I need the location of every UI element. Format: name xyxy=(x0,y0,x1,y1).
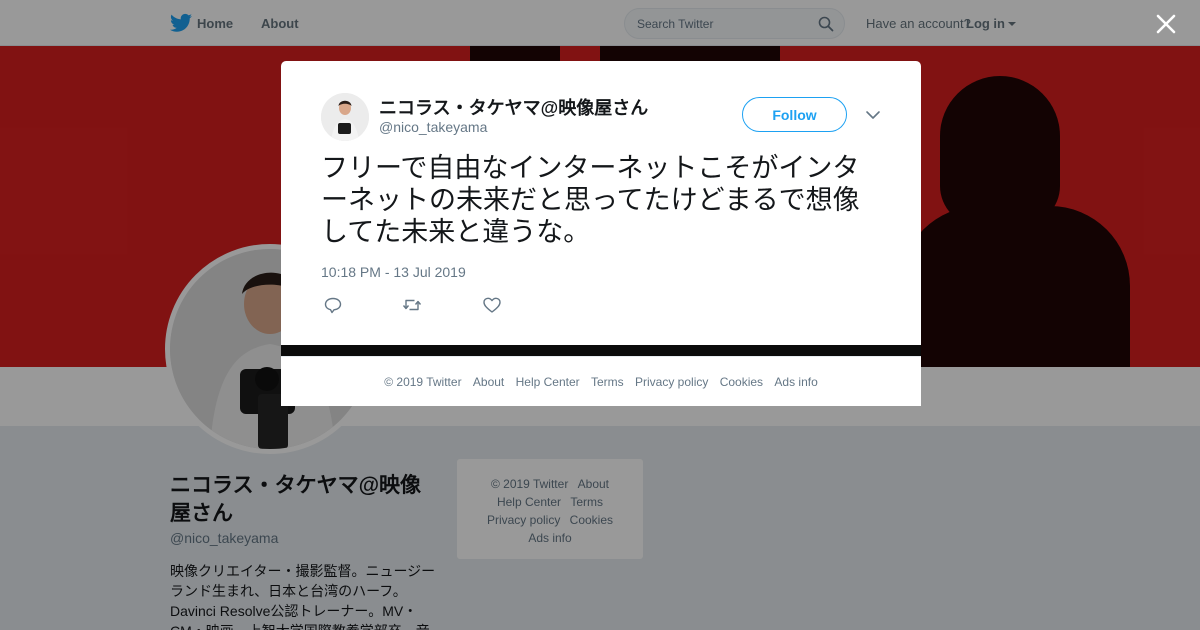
reply-icon[interactable] xyxy=(323,296,343,314)
tweet-author-handle[interactable]: @nico_takeyama xyxy=(379,119,487,135)
retweet-icon[interactable] xyxy=(402,296,422,314)
footer-copyright: © 2019 Twitter xyxy=(384,375,462,389)
footer-help-link[interactable]: Help Center xyxy=(516,375,580,389)
avatar-photo xyxy=(321,93,369,141)
like-icon[interactable] xyxy=(482,296,502,314)
tweet-avatar[interactable] xyxy=(321,93,369,141)
footer-about-link[interactable]: About xyxy=(473,375,504,389)
close-icon[interactable] xyxy=(1155,13,1177,35)
footer-terms-link[interactable]: Terms xyxy=(591,375,624,389)
follow-button[interactable]: Follow xyxy=(742,97,847,132)
footer-cookies-link[interactable]: Cookies xyxy=(720,375,763,389)
modal-divider xyxy=(281,345,921,356)
tweet-text: フリーで自由なインターネットこそがインターネットの未来だと思ってたけどまるで想像… xyxy=(321,153,860,248)
footer-ads-link[interactable]: Ads info xyxy=(774,375,817,389)
tweet-author-name[interactable]: ニコラス・タケヤマ@映像屋さん xyxy=(379,94,648,120)
modal-footer: © 2019 Twitter About Help Center Terms P… xyxy=(281,356,921,406)
tweet-modal: ニコラス・タケヤマ@映像屋さん @nico_takeyama Follow フリ… xyxy=(281,61,921,345)
tweet-timestamp[interactable]: 10:18 PM - 13 Jul 2019 xyxy=(321,264,466,280)
footer-privacy-link[interactable]: Privacy policy xyxy=(635,375,708,389)
chevron-down-icon[interactable] xyxy=(865,109,881,121)
